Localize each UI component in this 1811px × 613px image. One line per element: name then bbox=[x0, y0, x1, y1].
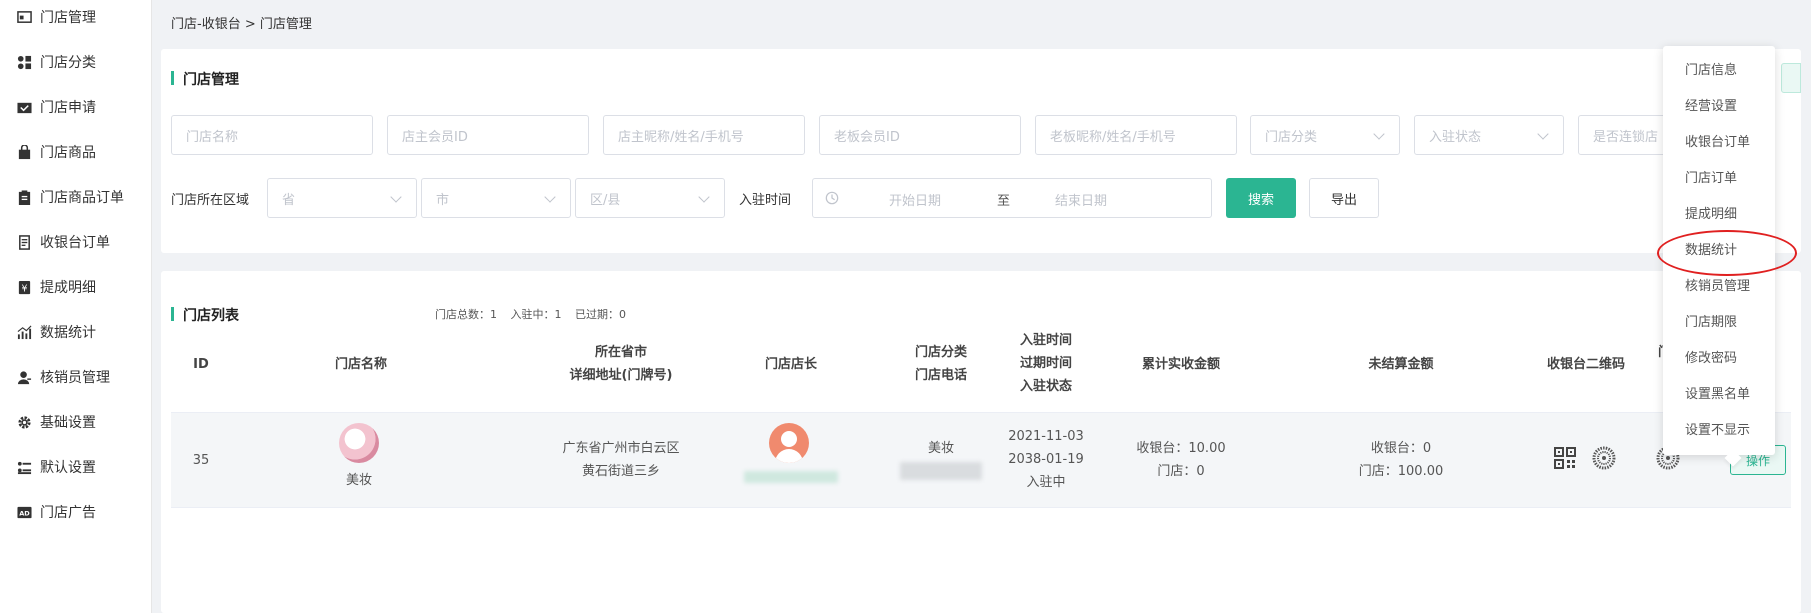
settings-list-icon bbox=[16, 459, 32, 475]
sidebar-item-statistics[interactable]: 数据统计 bbox=[0, 310, 152, 354]
menu-item-store-info[interactable]: 门店信息 bbox=[1685, 60, 1737, 82]
region-label: 门店所在区域 bbox=[171, 193, 250, 208]
ad-icon: AD bbox=[16, 504, 32, 520]
boss-nickname-input[interactable]: 老板昵称/姓名/手机号 bbox=[1035, 115, 1237, 155]
cell-store-name: 美妆 bbox=[345, 473, 372, 488]
city-select[interactable]: 市 bbox=[421, 178, 571, 218]
menu-item-cashier-orders[interactable]: 收银台订单 bbox=[1685, 132, 1750, 154]
date-range-picker[interactable]: 开始日期 至 结束日期 bbox=[812, 178, 1212, 218]
table-header: ID 门店名称 所在省市 详细地址(门牌号) 门店店长 门店分类 门店电话 入驻… bbox=[171, 317, 1791, 412]
date-range-separator: 至 bbox=[997, 194, 1011, 209]
th-id: ID bbox=[193, 357, 209, 372]
user-icon bbox=[16, 369, 32, 385]
owner-name-blurred bbox=[741, 468, 841, 491]
cell-time-status: 2021-11-03 2038-01-19 入驻中 bbox=[1008, 429, 1084, 490]
cell-id: 35 bbox=[192, 453, 210, 468]
store-avatar bbox=[339, 423, 379, 463]
menu-item-commission[interactable]: 提成明细 bbox=[1685, 204, 1737, 226]
gear-icon bbox=[16, 414, 32, 430]
filter-section-title: 门店管理 bbox=[171, 69, 239, 89]
menu-item-change-password[interactable]: 修改密码 bbox=[1685, 348, 1737, 370]
th-total-received: 累计实收金额 bbox=[1141, 357, 1220, 372]
sidebar-item-basic-settings[interactable]: 基础设置 bbox=[0, 400, 152, 444]
svg-text:¥: ¥ bbox=[21, 283, 27, 294]
qrcode-icon[interactable] bbox=[1554, 447, 1576, 469]
th-category-phone: 门店分类 门店电话 bbox=[914, 345, 967, 383]
district-select[interactable]: 区/县 bbox=[575, 178, 725, 218]
sidebar-item-cashier-orders[interactable]: 收银台订单 bbox=[0, 220, 152, 264]
clipboard-icon bbox=[16, 189, 32, 205]
menu-item-business-settings[interactable]: 经营设置 bbox=[1685, 96, 1737, 118]
menu-item-blacklist[interactable]: 设置黑名单 bbox=[1685, 384, 1750, 406]
start-date-placeholder: 开始日期 bbox=[889, 194, 942, 209]
search-button[interactable]: 搜索 bbox=[1226, 178, 1296, 218]
operation-dropdown-menu: 门店信息 经营设置 收银台订单 门店订单 提成明细 数据统计 核销员管理 门店期… bbox=[1663, 46, 1775, 455]
cell-unsettled: 收银台：0 门店：100.00 bbox=[1358, 441, 1444, 479]
th-location: 所在省市 详细地址(门牌号) bbox=[569, 345, 673, 383]
cell-location: 广东省广州市白云区 黄石街道三乡 bbox=[562, 441, 680, 479]
sidebar-item-store-manage[interactable]: 门店管理 bbox=[0, 0, 152, 39]
svg-text:AD: AD bbox=[19, 509, 30, 517]
sidebar-item-store-goods-orders[interactable]: 门店商品订单 bbox=[0, 175, 152, 219]
add-store-button[interactable] bbox=[1781, 63, 1801, 93]
boss-member-id-input[interactable]: 老板会员ID bbox=[819, 115, 1021, 155]
sidebar-item-store-goods[interactable]: 门店商品 bbox=[0, 130, 152, 174]
th-time-status: 入驻时间 过期时间 入驻状态 bbox=[1019, 333, 1072, 394]
cell-category-phone: 美妆 bbox=[891, 437, 991, 488]
menu-item-verifier-manage[interactable]: 核销员管理 bbox=[1685, 276, 1750, 298]
table-row: 35 美妆 广东省广州市白云区 黄石街道三乡 美妆 2021-11-03 203… bbox=[171, 412, 1791, 508]
receipt-icon bbox=[16, 234, 32, 250]
filter-panel: 门店管理 门店名称 店主会员ID 店主昵称/姓名/手机号 老板会员ID 老板昵称… bbox=[161, 49, 1801, 253]
category-icon bbox=[16, 54, 32, 70]
sidebar-item-verifier[interactable]: 核销员管理 bbox=[0, 355, 152, 399]
owner-avatar bbox=[769, 423, 809, 463]
sidebar-item-commission[interactable]: ¥ 提成明细 bbox=[0, 265, 152, 309]
breadcrumb: 门店-收银台 > 门店管理 bbox=[171, 17, 312, 32]
phone-blurred bbox=[891, 460, 991, 488]
store-category-select[interactable]: 门店分类 bbox=[1250, 115, 1400, 155]
menu-item-store-term[interactable]: 门店期限 bbox=[1685, 312, 1737, 334]
menu-item-hide[interactable]: 设置不显示 bbox=[1685, 420, 1750, 442]
bag-icon bbox=[16, 144, 32, 160]
sidebar-item-default-settings[interactable]: 默认设置 bbox=[0, 445, 152, 489]
end-date-placeholder: 结束日期 bbox=[1055, 194, 1108, 209]
sidebar-item-store-ads[interactable]: AD 门店广告 bbox=[0, 490, 152, 534]
province-select[interactable]: 省 bbox=[267, 178, 417, 218]
sidebar-item-store-category[interactable]: 门店分类 bbox=[0, 40, 152, 84]
bar-chart-icon bbox=[16, 324, 32, 340]
yuan-icon: ¥ bbox=[16, 279, 32, 295]
th-cashier-qr: 收银台二维码 bbox=[1546, 357, 1625, 372]
th-unsettled: 未结算金额 bbox=[1368, 357, 1434, 372]
owner-nickname-input[interactable]: 店主昵称/姓名/手机号 bbox=[603, 115, 805, 155]
menu-item-store-orders[interactable]: 门店订单 bbox=[1685, 168, 1737, 190]
application-icon bbox=[16, 99, 32, 115]
cell-total-received: 收银台：10.00 门店：0 bbox=[1136, 441, 1226, 479]
sidebar: 门店管理 门店分类 门店申请 门店商品 门店商品订单 收银台订单 ¥ 提成明细 … bbox=[0, 0, 152, 613]
sidebar-item-store-application[interactable]: 门店申请 bbox=[0, 85, 152, 129]
store-list-panel: 门店列表 门店总数：1 入驻中：1 已过期：0 ID 门店名称 所在省市 详细地… bbox=[161, 271, 1801, 613]
store-icon bbox=[16, 9, 32, 25]
store-name-input[interactable]: 门店名称 bbox=[171, 115, 373, 155]
clock-icon bbox=[825, 191, 839, 205]
join-time-label: 入驻时间 bbox=[739, 193, 792, 208]
th-owner: 门店店长 bbox=[764, 357, 817, 372]
join-status-select[interactable]: 入驻状态 bbox=[1414, 115, 1564, 155]
mini-program-code-icon[interactable] bbox=[1592, 446, 1616, 470]
export-button[interactable]: 导出 bbox=[1309, 178, 1379, 218]
th-store-name: 门店名称 bbox=[334, 357, 387, 372]
menu-item-statistics[interactable]: 数据统计 bbox=[1685, 240, 1737, 262]
owner-member-id-input[interactable]: 店主会员ID bbox=[387, 115, 589, 155]
